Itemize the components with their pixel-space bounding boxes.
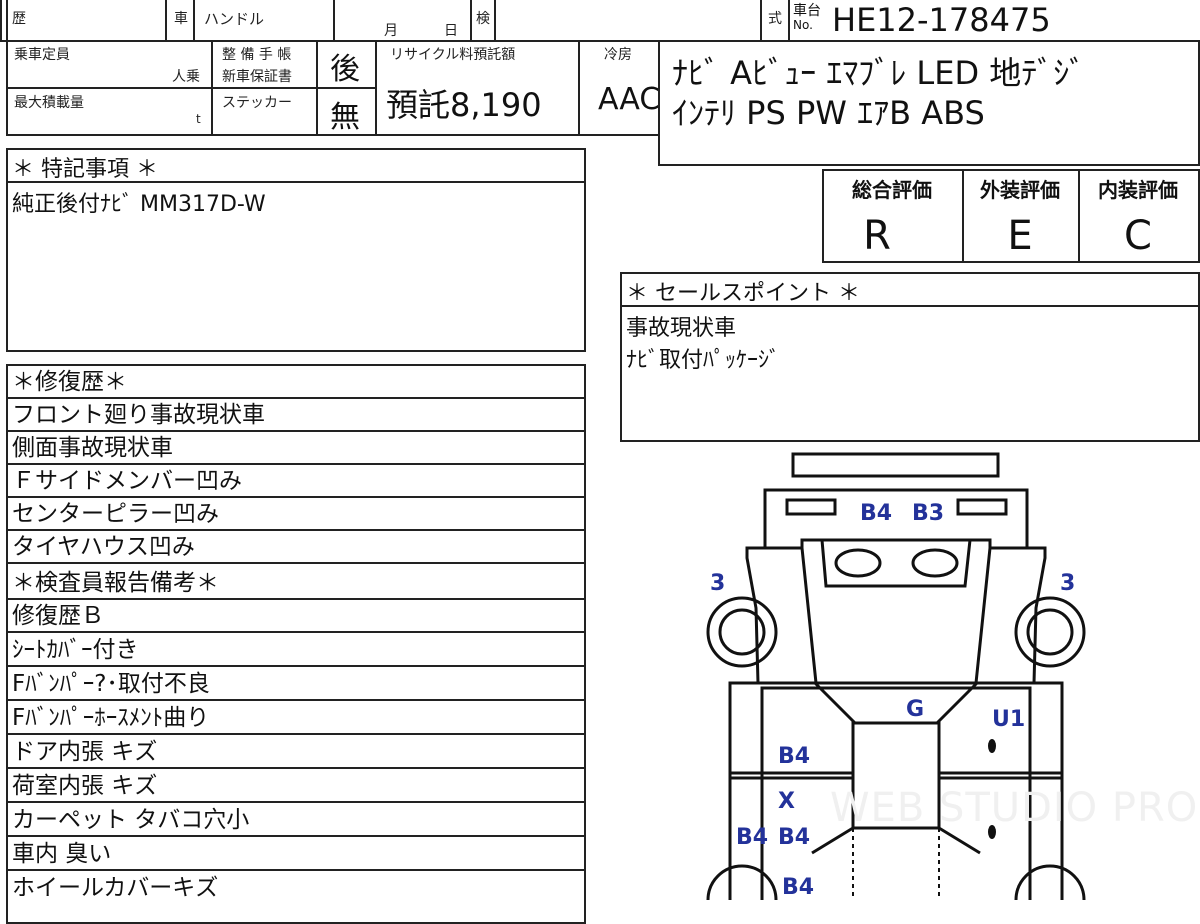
sale-point-1: 事故現状車 [626, 316, 737, 341]
list-item: 荷室内張 キズ [6, 770, 584, 803]
car-damage-diagram: B4 B3 3 3 G U1 B4 X B4 B4 B4 [706, 452, 1086, 900]
mark-3-left: 3 [710, 571, 725, 596]
cooler-value: AAC [598, 82, 661, 117]
list-item: 側面事故現状車 [6, 432, 584, 465]
capacity-label: 乗車定員 [14, 47, 70, 63]
windshield-shape [820, 538, 972, 588]
mark-u1: U1 [992, 707, 1025, 732]
day-label: 日 [444, 23, 458, 39]
maintenance-value: 後 [330, 52, 360, 87]
list-item: 修復歴Ｂ [6, 600, 584, 633]
front-right-wheel-shape [1014, 596, 1086, 668]
sticker-value: 無 [330, 100, 360, 135]
list-item: Fﾊﾞﾝﾊﾟｰ?･取付不良 [6, 668, 584, 701]
rear-right-wheel-shape [1014, 864, 1086, 900]
history-label: 歴 [12, 11, 26, 27]
equipment-line-2: ｲﾝﾃﾘ PS PW ｴｱB ABS [672, 94, 985, 132]
interior-grade-label: 内装評価 [1098, 178, 1178, 202]
list-item: タイヤハウス凹み [6, 531, 584, 564]
list-item: ｼｰﾄｶﾊﾞｰ付き [6, 634, 584, 667]
headlight-right-shape [956, 498, 1008, 516]
recycle-label: リサイクル料預託額 [390, 47, 516, 63]
list-item: 車内 臭い [6, 838, 584, 871]
mark-b4-left-2b: B4 [778, 825, 810, 850]
headlight-left-shape [785, 498, 837, 516]
chassis-number: HE12-178475 [832, 1, 1051, 39]
chassis-label-no: No. [793, 18, 813, 32]
mark-b4-left-1: B4 [778, 744, 810, 769]
mark-b4-left-2a: B4 [736, 825, 768, 850]
mark-3-right: 3 [1060, 571, 1075, 596]
front-left-wheel-shape [706, 596, 778, 668]
list-item: フロント廻り事故現状車 [6, 399, 584, 432]
overall-grade-label: 総合評価 [852, 178, 932, 202]
list-item: カーペット タバコ穴小 [6, 804, 584, 837]
exterior-grade-label: 外装評価 [980, 178, 1060, 202]
model-label: 式 [768, 11, 782, 27]
exterior-grade-value: E [1007, 213, 1033, 259]
list-item: ＊修復歴＊ [6, 366, 584, 399]
cooler-label: 冷房 [604, 47, 632, 63]
watermark: WEB STUDIO PRO [830, 785, 1199, 831]
inspection-label: 検 [476, 11, 490, 27]
list-item: Ｆサイドメンバー凹み [6, 465, 584, 498]
car-label: 車 [174, 11, 188, 27]
mark-b3-top: B3 [912, 501, 944, 526]
sale-point-2: ﾅﾋﾞ取付ﾊﾟｯｹｰｼﾞ [626, 348, 781, 373]
list-item: ホイールカバーキズ [12, 875, 219, 901]
list-item: ＊検査員報告備考＊ [6, 567, 584, 600]
list-item: ドア内張 キズ [6, 736, 584, 769]
sale-points-title: ＊ セールスポイント ＊ [626, 281, 860, 306]
sticker-label: ステッカー [222, 95, 292, 111]
mark-x: X [778, 789, 795, 814]
mark-b4-top: B4 [860, 501, 892, 526]
warranty-label: 新車保証書 [222, 69, 292, 85]
special-notes-text: 純正後付ﾅﾋﾞ MM317D-W [12, 192, 266, 217]
front-bumper-shape [791, 452, 1000, 478]
load-label: 最大積載量 [14, 95, 84, 111]
recycle-value: 預託8,190 [386, 86, 542, 124]
list-item: センターピラー凹み [6, 498, 584, 531]
chassis-label-top: 車台 [793, 3, 821, 19]
load-unit: t [196, 112, 201, 126]
interior-grade-value: C [1124, 213, 1152, 259]
special-notes-title: ＊ 特記事項 ＊ [12, 157, 158, 182]
capacity-unit: 人乗 [172, 69, 200, 85]
rear-left-wheel-shape [706, 864, 778, 900]
handle-label: ハンドル [204, 10, 265, 28]
mark-b4-bottom: B4 [782, 875, 814, 900]
overall-grade-value: R [863, 213, 891, 259]
maintenance-label: 整 備 手 帳 [222, 47, 292, 63]
list-item: Fﾊﾞﾝﾊﾟｰﾎｰｽﾒﾝﾄ曲り [6, 702, 584, 735]
month-label: 月 [384, 23, 398, 39]
mark-g: G [906, 697, 924, 722]
